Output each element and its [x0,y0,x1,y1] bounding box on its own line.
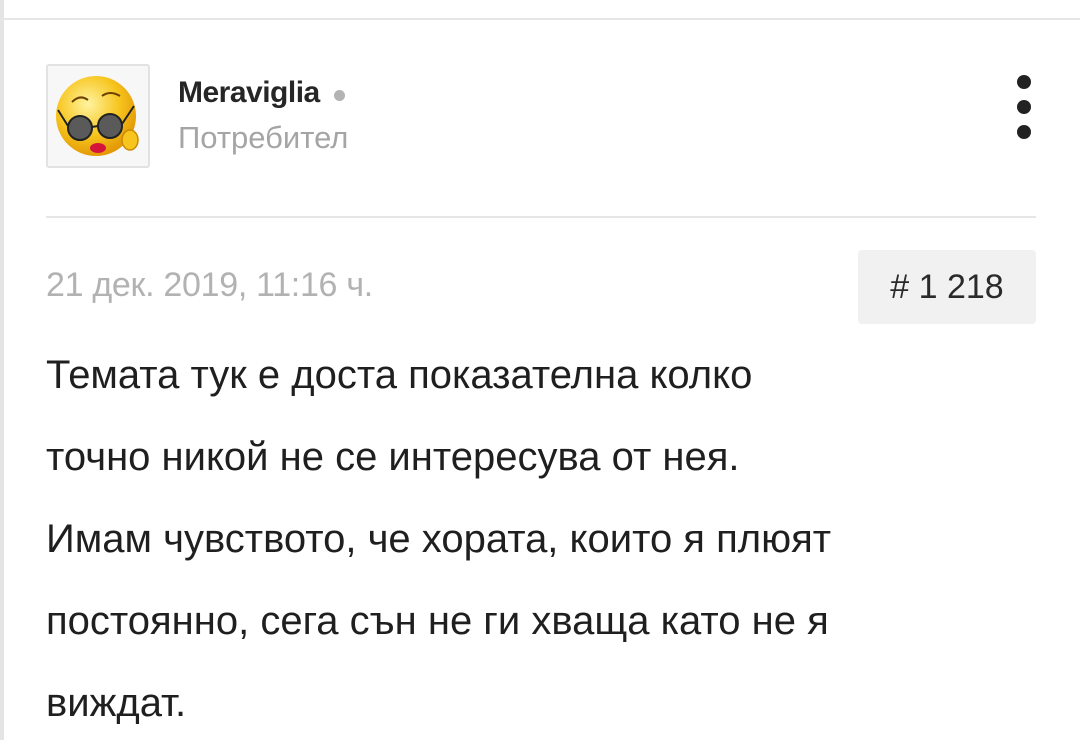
author-name[interactable]: Meraviglia [178,76,320,110]
post-number-badge[interactable]: # 1 218 [858,250,1036,324]
post-text-line: точно никой не се интересува от нея. [46,435,740,479]
more-options-dot [1017,100,1031,114]
online-status-icon [333,89,345,101]
author-role: Потребител [178,120,349,155]
author-info: Meraviglia Потребител [178,76,348,156]
post-text-line: Имам чувството, че хората, които я плюят [46,517,832,561]
more-options-icon [1017,75,1031,89]
top-divider [0,18,1080,20]
post-date[interactable]: 21 дек. 2019, 11:16 ч. [46,266,373,305]
post-body: Темата тук е доста показателна колко точ… [46,342,1046,740]
avatar[interactable] [46,64,150,168]
more-options-dot [1017,125,1031,139]
left-border [0,0,4,740]
more-options-button[interactable] [1006,73,1042,141]
author-name-row: Meraviglia [178,76,348,110]
header-divider [46,216,1036,218]
post-text-line: постоянно, сега сън не ги хваща като не … [46,599,829,643]
post-text-line: Темата тук е доста показателна колко [46,353,753,397]
forum-post: Meraviglia Потребител 21 дек. 2019, 11:1… [0,0,1080,740]
author-block: Meraviglia Потребител [46,63,348,169]
winking-emoji-icon [56,76,139,156]
post-text-line: виждат. [46,681,187,725]
